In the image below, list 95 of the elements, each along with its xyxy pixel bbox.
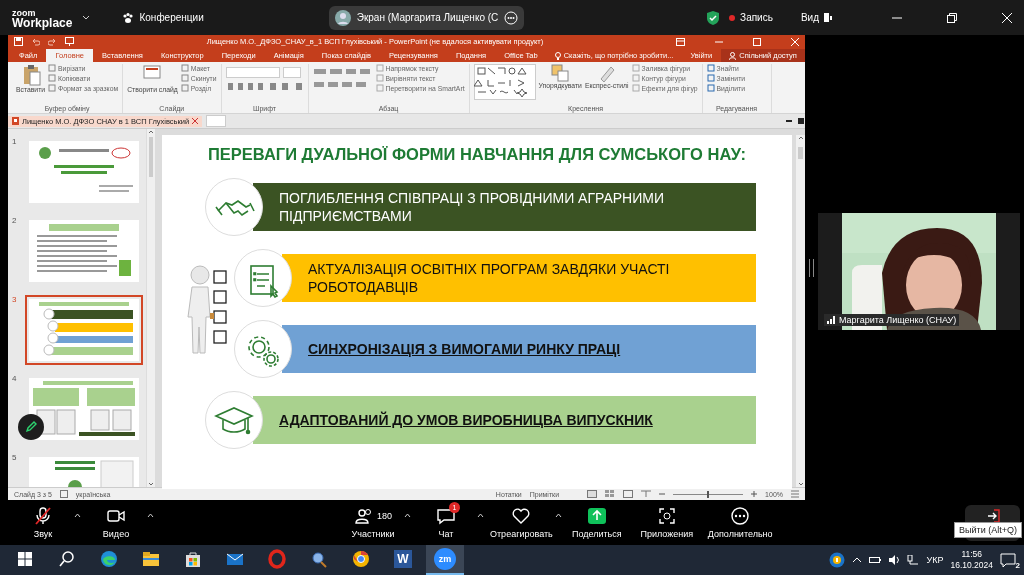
annotate-button[interactable] — [18, 414, 44, 440]
browser-icon — [351, 549, 371, 569]
slide-thumbnail[interactable] — [25, 295, 143, 365]
clock-date[interactable]: 16.10.2024 — [950, 560, 993, 571]
shield-icon[interactable] — [707, 10, 720, 25]
bag-icon — [183, 549, 203, 569]
caret-icon[interactable] — [477, 513, 484, 518]
point-text: АДАПТОВАНИЙ ДО УМОВ ВИРОБНИЦВА ВИПУСКНИК — [279, 411, 653, 429]
font-name-field[interactable] — [225, 67, 280, 78]
redo-icon[interactable] — [48, 37, 57, 46]
notification-icon — [1000, 553, 1016, 567]
restore-icon[interactable] — [797, 117, 805, 125]
microphone-icon — [33, 506, 53, 526]
powerpoint-icon — [12, 117, 19, 125]
pen-icon — [24, 420, 38, 434]
leave-icon — [985, 508, 1000, 523]
people-icon — [354, 506, 374, 526]
zoom-in-icon[interactable] — [751, 491, 758, 497]
participant-name: Маргарита Лищенко (СНАУ) — [839, 315, 957, 325]
windows-icon — [15, 549, 35, 569]
scroll-up-icon[interactable] — [148, 129, 154, 135]
save-icon[interactable] — [14, 37, 23, 46]
recording-label[interactable]: Запись — [740, 12, 773, 23]
slide-number: 4 — [12, 374, 18, 383]
resize-handle[interactable] — [809, 258, 814, 277]
battery-icon[interactable] — [869, 556, 882, 564]
spelling-icon[interactable] — [59, 490, 68, 498]
toolbar-button[interactable]: Видео — [81, 506, 151, 539]
clock-time[interactable]: 11:56 — [961, 549, 983, 560]
scroll-up-icon[interactable] — [797, 135, 804, 141]
point-text: СИНХРОНІЗАЦІЯ З ВИМОГАМИ РИНКУ ПРАЦІ — [308, 340, 621, 358]
point-text: ПОГЛИБЛЕННЯ СПІВПРАЦІ З ПРОВІДНИМИ АГРАРНИМИ ПІДПРИЄМСТВАМИ — [279, 189, 665, 225]
network-icon[interactable] — [907, 555, 920, 565]
scroll-down-icon[interactable] — [148, 481, 154, 487]
ribbon-options-icon[interactable] — [676, 37, 685, 46]
magnifier-icon — [309, 549, 329, 569]
slide-number: 2 — [12, 216, 18, 225]
minimize-icon[interactable] — [785, 117, 793, 125]
slide-number: 3 — [12, 295, 18, 304]
app-subtitle: Workplace — [12, 17, 73, 28]
point-text: АКТУАЛІЗАЦІЯ ОСВІТНІХ ПРОГРАМ ЗАВДЯКИ УЧАСТІ РОБОТОДАВЦІВ — [308, 260, 671, 296]
toolbar-button[interactable]: Поделиться — [561, 506, 632, 539]
slider-thumb[interactable] — [707, 490, 710, 498]
caret-icon[interactable] — [147, 513, 154, 518]
slide-number: 5 — [12, 453, 18, 462]
participant-count: 180 — [377, 511, 392, 521]
caret-icon[interactable] — [74, 513, 81, 518]
app-name: zoom — [12, 7, 37, 18]
undo-icon[interactable] — [31, 37, 40, 46]
reading-view-icon[interactable] — [623, 490, 634, 498]
apps-icon — [656, 506, 677, 526]
chat-icon — [436, 506, 456, 526]
meetings-tab[interactable]: Конференции — [139, 12, 204, 23]
recording-dot — [729, 14, 736, 21]
signal-icon — [827, 316, 836, 324]
toolbar-button[interactable]: Звук — [8, 506, 78, 539]
list-icons[interactable] — [312, 67, 373, 76]
caret-icon[interactable] — [404, 513, 411, 518]
heart-icon — [511, 506, 532, 526]
normal-view-icon[interactable] — [587, 490, 598, 498]
help-icon[interactable] — [829, 552, 846, 568]
font-format-icons[interactable] — [225, 82, 304, 91]
font-size-field[interactable] — [282, 67, 301, 78]
scrollbar-thumb[interactable] — [798, 147, 803, 159]
taskbar-app[interactable]: W — [384, 545, 422, 575]
folder-icon — [141, 549, 161, 569]
slide-title: ПЕРЕВАГИ ДУАЛЬНОЇ ФОРМИ НАВЧАННЯ ДЛЯ СУМСЬКОГО НАУ: — [206, 145, 748, 164]
caret-icon[interactable] — [82, 14, 91, 21]
person-icon — [729, 51, 737, 60]
scroll-down-icon[interactable] — [797, 481, 804, 487]
more-icon — [730, 506, 751, 526]
chevron-up-icon[interactable] — [852, 556, 863, 564]
presentation-icon[interactable] — [65, 37, 74, 46]
search-icon — [57, 549, 77, 569]
ring-icon — [267, 549, 287, 569]
shapes-gallery[interactable] — [473, 64, 536, 100]
toolbar-button[interactable]: Приложения — [631, 506, 702, 539]
toolbar-button[interactable]: Отреагировать — [484, 506, 559, 539]
speaker-icon[interactable] — [888, 555, 901, 565]
avatar-icon — [334, 9, 351, 26]
tooltip: Выйти (Alt+Q) — [954, 521, 1022, 538]
view-menu[interactable]: Вид — [800, 12, 819, 23]
share-screen-icon — [586, 506, 607, 526]
more-icon[interactable] — [504, 10, 519, 25]
toolbar-button[interactable]: 180 Участники — [338, 506, 408, 539]
browser-icon — [99, 549, 119, 569]
keyboard-language[interactable]: УКР — [926, 555, 944, 565]
lightbulb-icon — [554, 51, 561, 60]
maximize-icon[interactable] — [947, 12, 957, 23]
toolbar-button[interactable]: Дополнительно — [701, 506, 779, 539]
slide-number: 1 — [12, 137, 18, 146]
caret-icon[interactable] — [554, 513, 562, 518]
scrollbar-thumb[interactable] — [149, 137, 153, 177]
paw-icon[interactable] — [122, 11, 135, 24]
layout-icon[interactable] — [824, 13, 832, 22]
